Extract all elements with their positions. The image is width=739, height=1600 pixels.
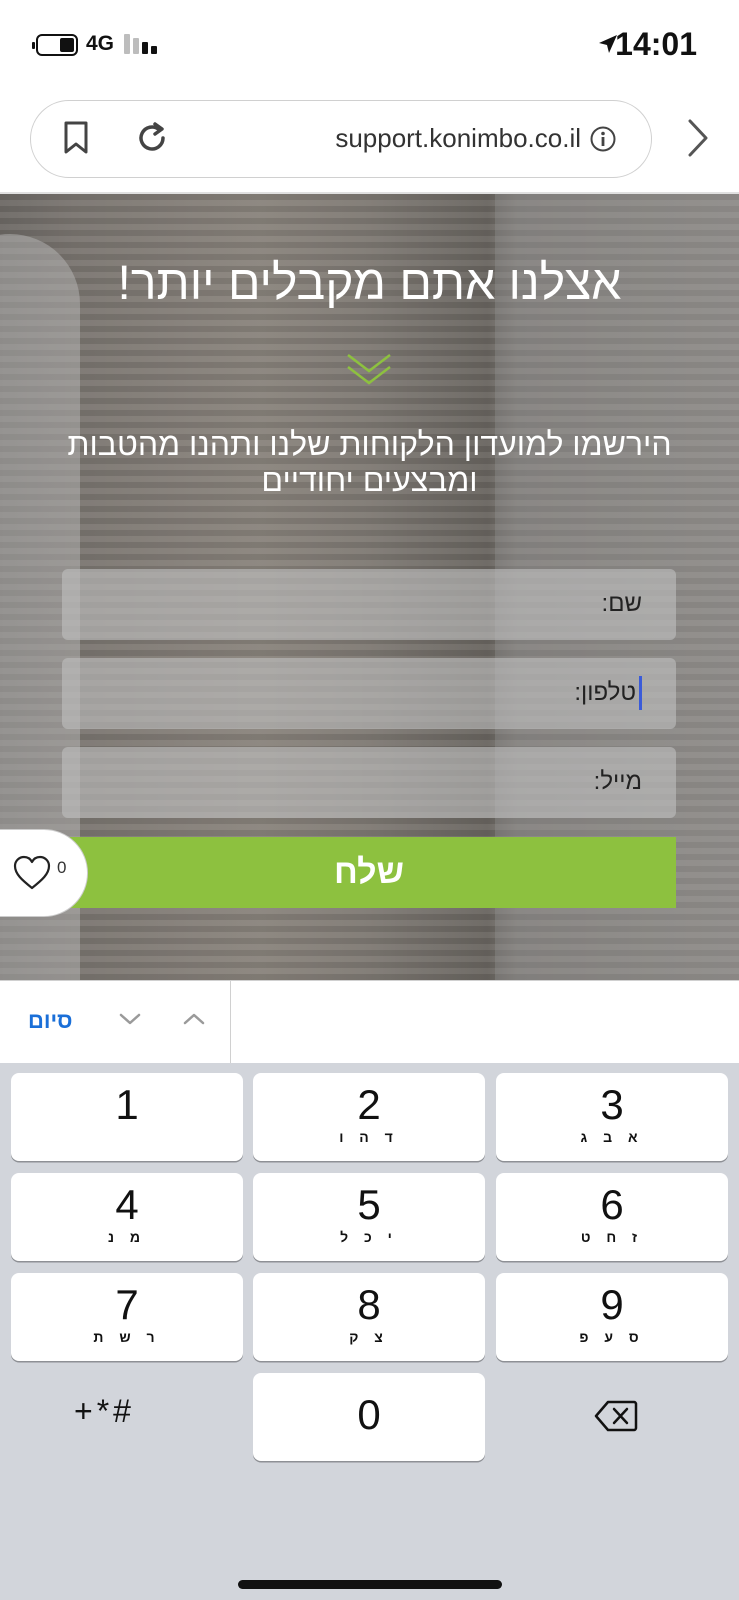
name-field[interactable]: שם:: [62, 569, 676, 640]
divider: [230, 981, 231, 1064]
info-icon[interactable]: [589, 125, 617, 153]
key-1[interactable]: 1: [11, 1073, 243, 1161]
keyboard-accessory-bar: סיום: [0, 980, 739, 1064]
key-2[interactable]: 2 ד ה ו: [253, 1073, 485, 1161]
email-field[interactable]: מייל:: [62, 747, 676, 818]
hero-title: אצלנו אתם מקבלים יותר!: [117, 257, 622, 310]
submit-button[interactable]: שלח: [62, 837, 676, 908]
status-time: 14:01: [615, 26, 697, 62]
done-button[interactable]: סיום: [28, 1008, 72, 1034]
email-label: מייל:: [593, 768, 642, 795]
key-9[interactable]: 9 ס ע פ: [496, 1273, 728, 1361]
wishlist-button[interactable]: 0: [0, 829, 88, 917]
home-indicator[interactable]: [238, 1580, 502, 1589]
signal-icon: [124, 34, 130, 54]
signup-hero: אצלנו אתם מקבלים יותר! הירשמו למועדון הל…: [0, 194, 739, 980]
chevron-down-icon[interactable]: [118, 1011, 142, 1027]
status-bar: 4G 14:01: [0, 0, 739, 90]
url-text[interactable]: support.konimbo.co.il: [335, 123, 581, 154]
key-3[interactable]: 3 א ב ג: [496, 1073, 728, 1161]
key-0[interactable]: 0: [253, 1373, 485, 1461]
address-bar[interactable]: support.konimbo.co.il: [30, 100, 652, 178]
chevron-up-icon[interactable]: [182, 1011, 206, 1027]
hero-subtitle: הירשמו למועדון הלקוחות שלנו ותהנו מהטבות…: [67, 426, 672, 498]
text-cursor: [639, 676, 642, 710]
wishlist-count: 0: [57, 858, 67, 877]
reload-icon[interactable]: [135, 121, 169, 155]
key-5[interactable]: 5 י כ ל: [253, 1173, 485, 1261]
symbols-key[interactable]: +*#: [74, 1393, 135, 1430]
submit-label: שלח: [334, 853, 404, 891]
numeric-keypad: 1 2 ד ה ו 3 א ב ג 4 מ נ 5 י כ ל 6 ז ח ט …: [0, 1063, 739, 1600]
battery-icon: [32, 34, 78, 56]
forward-icon[interactable]: [686, 118, 710, 158]
network-type: 4G: [86, 32, 115, 55]
chevron-down-double-icon: [347, 354, 391, 385]
phone-field[interactable]: טלפון:: [62, 658, 676, 729]
backspace-icon[interactable]: [594, 1400, 638, 1432]
key-8[interactable]: 8 צ ק: [253, 1273, 485, 1361]
name-label: שם:: [601, 590, 642, 617]
key-4[interactable]: 4 מ נ: [11, 1173, 243, 1261]
key-7[interactable]: 7 ר ש ת: [11, 1273, 243, 1361]
heart-icon: [13, 855, 51, 890]
bookmark-icon[interactable]: [63, 121, 89, 155]
phone-label: טלפון:: [574, 679, 636, 706]
key-6[interactable]: 6 ז ח ט: [496, 1173, 728, 1261]
